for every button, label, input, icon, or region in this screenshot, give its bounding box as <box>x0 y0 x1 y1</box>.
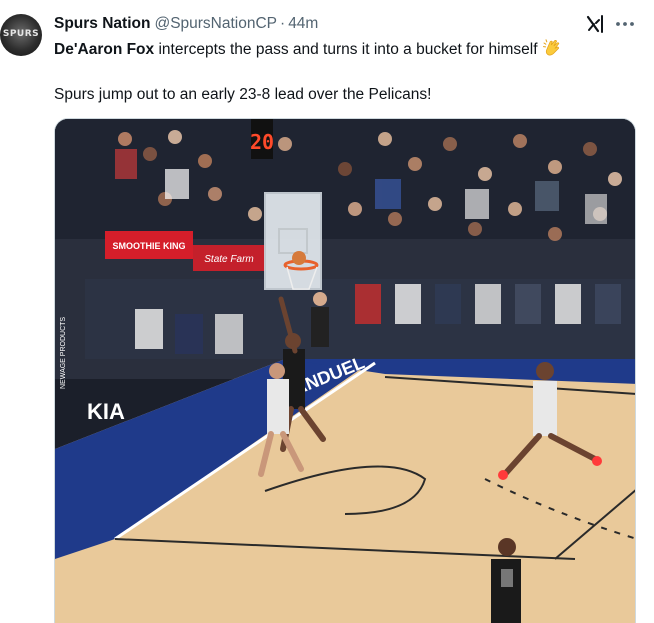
tweet-text: intercepts the pass and turns it into a … <box>154 41 538 58</box>
sponsor-state-farm: State Farm <box>204 254 253 265</box>
display-name[interactable]: Spurs Nation <box>54 15 150 33</box>
tweet-text-line-2: Spurs jump out to an early 23-8 lead ove… <box>54 86 432 103</box>
avatar-label: SPURS <box>2 29 40 39</box>
sponsor-smoothie-king: SMOOTHIE KING <box>112 241 185 251</box>
basketball-video-frame: SMOOTHIE KING State Farm 20 FANDUEL KIA … <box>55 119 635 623</box>
avatar[interactable]: SPURS <box>0 14 42 56</box>
timestamp[interactable]: 44m <box>288 15 318 33</box>
court-brand-kia: KIA <box>87 399 125 424</box>
user-handle[interactable]: @SpursNationCP <box>154 15 277 33</box>
shot-clock: 20 <box>250 130 274 154</box>
mention-player: De'Aaron Fox <box>54 41 155 58</box>
court-brand-newage: NEWAGE PRODUCTS <box>60 317 67 389</box>
separator-dot: · <box>280 15 286 32</box>
more-options-icon[interactable] <box>613 14 637 34</box>
video-media[interactable]: SMOOTHIE KING State Farm 20 FANDUEL KIA … <box>54 118 636 623</box>
clapping-hands-icon <box>542 39 559 56</box>
tweet: SPURS Spurs Nation @SpursNationCP · 44m … <box>0 0 654 623</box>
tweet-text-line-1: De'Aaron Fox intercepts the pass and tur… <box>54 38 562 60</box>
grok-icon[interactable] <box>585 14 605 34</box>
referee-background <box>311 292 329 347</box>
tweet-header: Spurs Nation @SpursNationCP · 44m <box>54 13 318 35</box>
